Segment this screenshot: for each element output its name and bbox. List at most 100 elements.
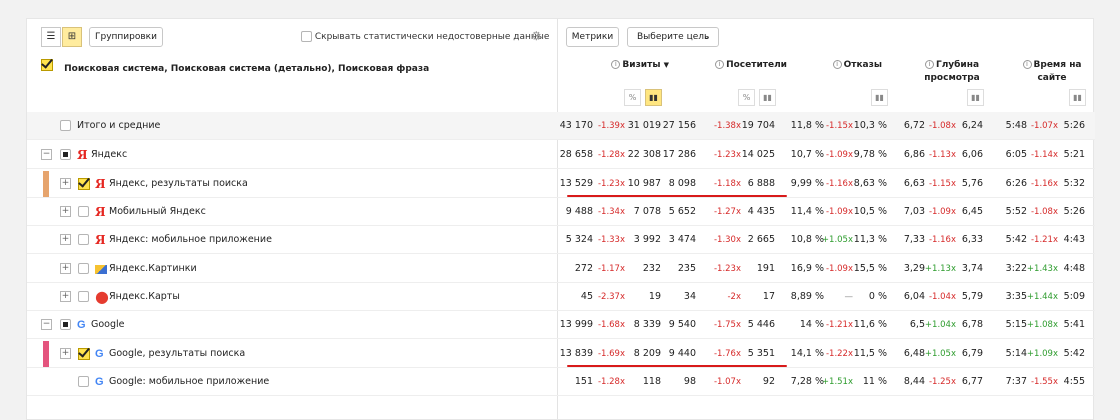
row-checkbox[interactable] bbox=[60, 120, 71, 131]
collapse-toggle[interactable]: − bbox=[41, 149, 52, 160]
table-row[interactable]: − Я Яндекс 28 658 -1.28x 22 308 17 286 -1.23x 14… bbox=[27, 141, 1095, 169]
bar-chart-icon[interactable]: ▮▮ bbox=[967, 89, 984, 106]
table-row[interactable]: Итого и средние 43 170 -1.39x 31 019 27 156 -… bbox=[27, 112, 1095, 140]
cell-bounce: 8,89 % bbox=[790, 291, 824, 302]
cell-bounce: 11,8 % bbox=[790, 120, 824, 131]
table-row[interactable]: − G Google 13 999 -1.68x 8 339 9 540 -1.75x 5 44… bbox=[27, 311, 1095, 339]
cell-time: 6:05 bbox=[1005, 149, 1027, 160]
bar-chart-icon[interactable]: ▮▮ bbox=[759, 89, 776, 106]
cell-visitors: 3 474 bbox=[668, 234, 696, 245]
cell-bounce-d: -1.16x bbox=[825, 179, 853, 189]
row-checkbox[interactable] bbox=[78, 291, 89, 302]
cell-visitors: 98 bbox=[683, 376, 696, 387]
checkbox[interactable] bbox=[301, 31, 312, 42]
table-row[interactable]: + G Google, результаты поиска 13 839 -1.69x 8… bbox=[27, 340, 1095, 368]
bar-chart-icon[interactable]: ▮▮ bbox=[1069, 89, 1086, 106]
goal-select[interactable]: Выберите цель ⌄ bbox=[627, 27, 719, 47]
chevron-down-icon: ⌄ bbox=[703, 32, 710, 41]
bar-chart-icon[interactable]: ▮▮ bbox=[645, 89, 662, 106]
cell-time-d: -1.21x bbox=[1030, 235, 1058, 245]
cell-visitors-c: 14 025 bbox=[741, 149, 775, 160]
yandex-images-icon bbox=[95, 265, 107, 274]
cell-visitors-d: -1.38x bbox=[713, 121, 741, 131]
cell-visits-c: 3 992 bbox=[633, 234, 661, 245]
table-row[interactable]: + Я Яндекс, результаты поиска 13 529 -1.23x 1… bbox=[27, 170, 1095, 198]
cell-depth: 8,44 bbox=[903, 376, 925, 387]
grouping-header-checkbox[interactable] bbox=[41, 59, 53, 71]
row-checkbox[interactable] bbox=[78, 206, 89, 217]
cell-time-d: +1.44x bbox=[1026, 292, 1058, 302]
column-header-depth[interactable]: i Глубина просмотра bbox=[922, 59, 982, 85]
table-row[interactable]: G Google: мобильное приложение 151 -1.28x 11… bbox=[27, 368, 1095, 396]
cell-bounce-d: -1.09x bbox=[825, 207, 853, 217]
expand-toggle[interactable]: + bbox=[60, 178, 71, 189]
cell-visitors-c: 6 888 bbox=[747, 178, 775, 189]
expand-toggle[interactable]: + bbox=[60, 348, 71, 359]
row-checkbox[interactable] bbox=[60, 149, 71, 160]
hide-unreliable-checkbox[interactable]: Скрывать статистически недостоверные дан… bbox=[301, 31, 549, 43]
expand-toggle[interactable]: + bbox=[60, 206, 71, 217]
column-header-bounces[interactable]: i Отказы bbox=[827, 59, 882, 72]
google-logo-icon: G bbox=[95, 348, 104, 360]
cell-time-c: 5:09 bbox=[1063, 291, 1085, 302]
percent-icon[interactable]: % bbox=[624, 89, 641, 106]
row-checkbox[interactable] bbox=[78, 234, 89, 245]
info-icon[interactable]: i bbox=[611, 60, 621, 69]
metrics-button[interactable]: Метрики bbox=[566, 27, 619, 47]
cell-visits-c: 31 019 bbox=[627, 120, 661, 131]
expand-toggle[interactable]: + bbox=[60, 291, 71, 302]
column-header-time-label-2: сайте bbox=[1037, 73, 1067, 83]
cell-depth-c: 6,45 bbox=[961, 206, 983, 217]
cell-visitors-c: 5 446 bbox=[747, 319, 775, 330]
groupings-button[interactable]: Группировки bbox=[89, 27, 163, 47]
cell-bounce-c: 15,5 % bbox=[853, 263, 887, 274]
bar-chart-icon[interactable]: ▮▮ bbox=[871, 89, 888, 106]
cell-visitors: 17 286 bbox=[662, 149, 696, 160]
cell-depth-d: -1.13x bbox=[928, 150, 956, 160]
info-icon[interactable]: i bbox=[1022, 60, 1032, 69]
column-header-time[interactable]: i Время на сайте bbox=[1017, 59, 1087, 85]
percent-icon[interactable]: % bbox=[738, 89, 755, 106]
expand-toggle[interactable]: + bbox=[60, 234, 71, 245]
cell-visits-c: 232 bbox=[642, 263, 661, 274]
table-row[interactable]: + Яндекс.Картинки 272 -1.17x 232 235 -1.23x 191… bbox=[27, 255, 1095, 283]
info-icon[interactable]: i bbox=[715, 60, 725, 69]
cell-visitors-c: 19 704 bbox=[741, 120, 775, 131]
table-row[interactable]: + Я Яндекс: мобильное приложение 5 324 -1.33… bbox=[27, 226, 1095, 254]
cell-depth: 6,72 bbox=[903, 120, 925, 131]
row-label: Яндекс bbox=[91, 149, 128, 160]
cell-time-d: -1.14x bbox=[1030, 150, 1058, 160]
cell-time-c: 4:43 bbox=[1063, 234, 1085, 245]
row-checkbox[interactable] bbox=[60, 319, 71, 330]
cell-depth: 6,5 bbox=[909, 319, 925, 330]
column-header-visitors-label: Посетители bbox=[726, 60, 787, 70]
yandex-logo-icon: Я bbox=[77, 148, 88, 162]
cell-time: 7:37 bbox=[1005, 376, 1027, 387]
cell-bounce-c: 10,3 % bbox=[853, 120, 887, 131]
cell-depth: 6,04 bbox=[903, 291, 925, 302]
tree-view-button[interactable]: ⊞ bbox=[62, 27, 82, 47]
row-checkbox[interactable] bbox=[78, 376, 89, 387]
table-row[interactable]: + Я Мобильный Яндекс 9 488 -1.34x 7 078 5 652 -… bbox=[27, 198, 1095, 226]
cell-bounce: 11,4 % bbox=[790, 206, 824, 217]
column-header-visits[interactable]: i Визиты ▼ bbox=[607, 59, 669, 72]
cell-depth-c: 6,78 bbox=[961, 319, 983, 330]
collapse-toggle[interactable]: − bbox=[41, 319, 52, 330]
list-view-button[interactable]: ☰ bbox=[41, 27, 61, 47]
info-icon[interactable]: i bbox=[832, 60, 842, 69]
row-checkbox[interactable] bbox=[78, 348, 90, 360]
gear-icon[interactable]: ⚙ bbox=[531, 29, 542, 43]
row-checkbox[interactable] bbox=[78, 178, 90, 190]
cell-time: 5:52 bbox=[1005, 206, 1027, 217]
row-checkbox[interactable] bbox=[78, 263, 89, 274]
cell-depth-c: 5,76 bbox=[961, 178, 983, 189]
tree-icon: ⊞ bbox=[67, 31, 77, 42]
cell-depth-c: 6,06 bbox=[961, 149, 983, 160]
table-row[interactable]: + ● Яндекс.Карты 45 -2.37x 19 34 -2x 17 8,89 % — 0 … bbox=[27, 283, 1095, 311]
info-icon[interactable]: i bbox=[924, 60, 934, 69]
column-header-visitors[interactable]: i Посетители bbox=[697, 59, 787, 72]
column-header-depth-label-1: Глубина bbox=[935, 60, 980, 70]
expand-toggle[interactable]: + bbox=[60, 263, 71, 274]
cell-bounce: 10,7 % bbox=[790, 149, 824, 160]
cell-visits-c: 118 bbox=[642, 376, 661, 387]
